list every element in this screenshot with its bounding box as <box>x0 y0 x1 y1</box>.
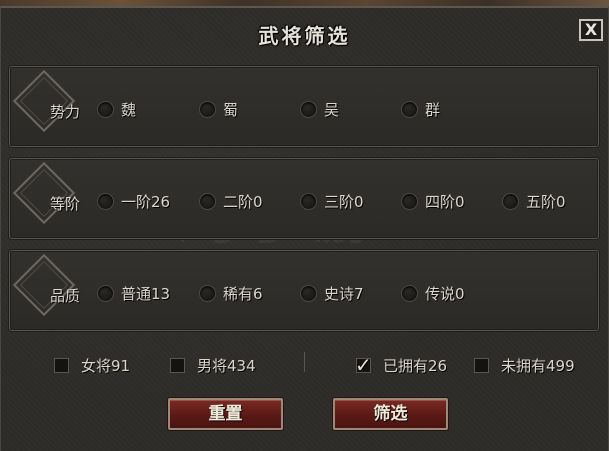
close-icon: X <box>584 20 598 39</box>
faction-label: 势力 <box>50 103 81 121</box>
tier-option-5[interactable]: 五阶0 <box>502 189 566 213</box>
tier-option-4[interactable]: 四阶0 <box>401 189 465 213</box>
option-label: 二阶0 <box>223 192 263 211</box>
quality-panel: 品质 普通13 稀有6 史诗7 传说0 <box>9 250 599 331</box>
faction-option-shu[interactable]: 蜀 <box>199 97 238 121</box>
option-label: 魏 <box>121 100 137 119</box>
faction-option-wu[interactable]: 吴 <box>300 97 339 121</box>
radio-button-icon[interactable] <box>401 192 418 210</box>
tier-option-3[interactable]: 三阶0 <box>300 189 364 213</box>
quality-option-epic[interactable]: 史诗7 <box>300 281 364 305</box>
option-label: 稀有6 <box>223 284 263 303</box>
option-label: 群 <box>425 100 441 119</box>
radio-button-icon[interactable] <box>300 100 317 118</box>
checkbox-icon[interactable]: ✓ <box>355 353 372 377</box>
reset-button[interactable]: 重置 <box>168 398 283 430</box>
option-label: 蜀 <box>223 100 239 119</box>
checkbox-label: 女将91 <box>81 356 131 375</box>
radio-button-icon[interactable] <box>199 284 216 302</box>
close-button[interactable]: X <box>579 19 603 41</box>
quality-option-rare[interactable]: 稀有6 <box>199 281 263 305</box>
quality-label: 品质 <box>50 287 81 305</box>
radio-button-icon[interactable] <box>97 100 114 118</box>
radio-button-icon[interactable] <box>401 284 418 302</box>
divider <box>304 352 305 372</box>
radio-button-icon[interactable] <box>199 100 216 118</box>
faction-panel: 势力 魏 蜀 吴 群 <box>9 66 599 147</box>
radio-button-icon[interactable] <box>300 192 317 210</box>
faction-option-wei[interactable]: 魏 <box>97 97 136 121</box>
filter-button[interactable]: 筛选 <box>333 398 448 430</box>
radio-button-icon[interactable] <box>97 284 114 302</box>
checkmark-icon: ✓ <box>355 352 372 377</box>
option-label: 三阶0 <box>324 192 364 211</box>
checkbox-icon[interactable] <box>170 357 185 373</box>
checkbox-label: 未拥有499 <box>501 356 575 375</box>
option-label: 吴 <box>324 100 340 119</box>
option-label: 史诗7 <box>324 284 364 303</box>
option-label: 四阶0 <box>425 192 465 211</box>
radio-button-icon[interactable] <box>300 284 317 302</box>
option-label: 传说0 <box>425 284 465 303</box>
quality-option-legendary[interactable]: 传说0 <box>401 281 465 305</box>
tier-option-1[interactable]: 一阶26 <box>97 189 170 213</box>
faction-option-qun[interactable]: 群 <box>401 97 440 121</box>
title-bar: 武将筛选 <box>0 6 609 48</box>
checkbox-icon[interactable] <box>54 357 69 373</box>
option-label: 普通13 <box>121 284 171 303</box>
checkbox-label: 已拥有26 <box>383 356 448 375</box>
checkbox-label: 男将434 <box>197 356 256 375</box>
tier-option-2[interactable]: 二阶0 <box>199 189 263 213</box>
radio-button-icon[interactable] <box>502 192 519 210</box>
checkbox-icon[interactable] <box>474 357 489 373</box>
radio-button-icon[interactable] <box>401 100 418 118</box>
radio-button-icon[interactable] <box>97 192 114 210</box>
not-owned-checkbox[interactable]: 未拥有499 <box>474 352 575 378</box>
dialog-title: 武将筛选 <box>258 24 351 48</box>
option-label: 一阶26 <box>121 192 171 211</box>
male-generals-checkbox[interactable]: 男将434 <box>170 352 256 378</box>
female-generals-checkbox[interactable]: 女将91 <box>54 352 130 378</box>
owned-checkbox[interactable]: ✓ 已拥有26 <box>355 352 448 378</box>
quality-option-common[interactable]: 普通13 <box>97 281 170 305</box>
tier-label: 等阶 <box>50 195 81 213</box>
tier-panel: 等阶 一阶26 二阶0 三阶0 四阶0 五阶0 <box>9 158 599 239</box>
option-label: 五阶0 <box>526 192 566 211</box>
radio-button-icon[interactable] <box>199 192 216 210</box>
